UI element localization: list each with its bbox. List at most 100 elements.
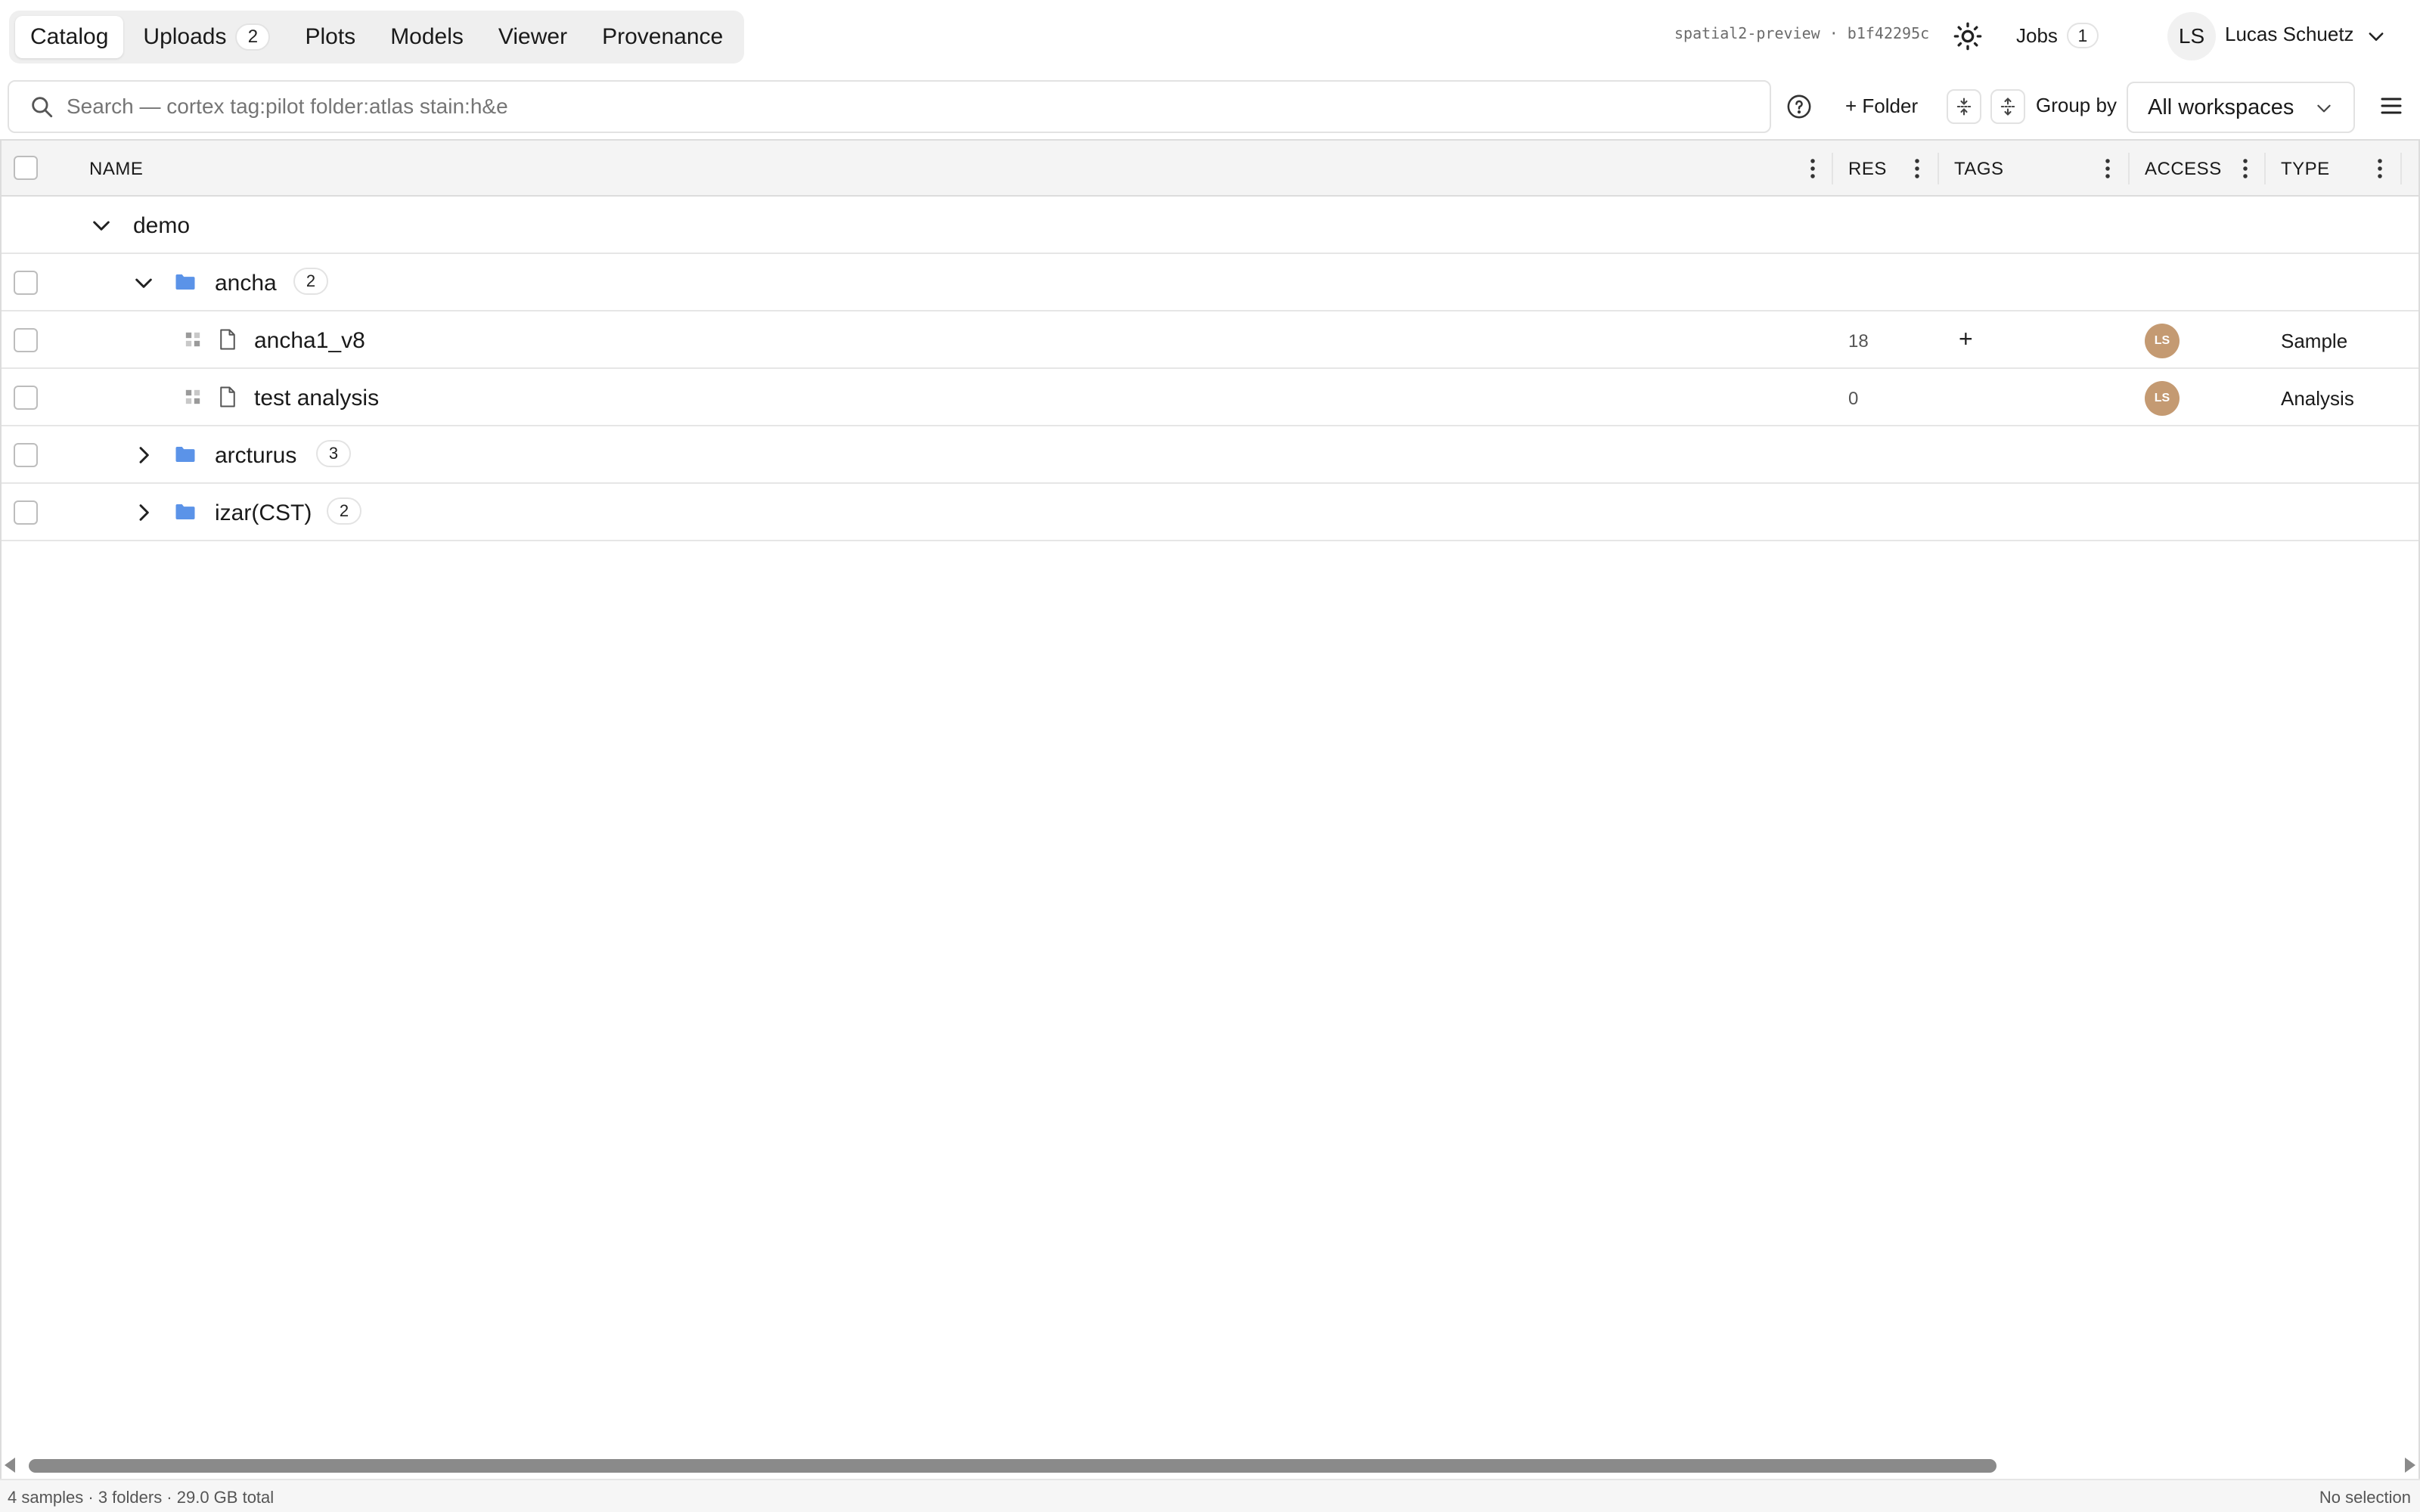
horizontal-scrollbar[interactable]	[0, 1452, 2420, 1479]
folder-icon	[175, 447, 195, 462]
column-resize-handle[interactable]	[1832, 153, 1833, 184]
search-bar	[8, 80, 1771, 133]
scrollbar-thumb[interactable]	[29, 1459, 1996, 1473]
file-icon	[220, 329, 235, 350]
search-input[interactable]	[67, 94, 1730, 119]
folder-count-badge: 3	[316, 440, 351, 467]
expand-all-icon	[1956, 98, 1972, 116]
chevron-down-icon[interactable]	[2366, 26, 2387, 47]
tab-provenance[interactable]: Provenance	[587, 16, 738, 58]
workspace-select[interactable]: All workspaces	[2127, 82, 2355, 133]
type-value: Sample	[2281, 330, 2348, 352]
analysis-name[interactable]: test analysis	[254, 386, 379, 411]
row-checkbox[interactable]	[14, 328, 38, 352]
column-header-access[interactable]: ACCESS	[2145, 159, 2222, 180]
folder-icon	[175, 504, 195, 519]
scroll-right-arrow-icon[interactable]	[2405, 1458, 2415, 1473]
expand-all-button[interactable]	[1947, 89, 1981, 124]
file-icon	[220, 386, 235, 407]
table-header: NAME RES TAGS ACCESS TYPE	[2, 141, 2418, 197]
uploads-count-badge: 2	[235, 23, 271, 51]
status-bar: 4 samples · 3 folders · 29.0 GB total No…	[0, 1479, 2420, 1512]
main-tabs: Catalog Uploads 2 Plots Models Viewer Pro…	[9, 11, 745, 64]
column-resize-handle[interactable]	[2400, 153, 2402, 184]
chevron-right-icon[interactable]	[132, 443, 156, 467]
menu-icon[interactable]	[2378, 92, 2405, 119]
table-row[interactable]: ancha1_v8 18 + LS Sample	[2, 311, 2418, 369]
column-header-tags[interactable]: TAGS	[1954, 159, 2004, 180]
chevron-right-icon[interactable]	[132, 500, 156, 525]
type-value: Analysis	[2281, 387, 2354, 410]
column-header-type[interactable]: TYPE	[2281, 159, 2330, 180]
catalog-table: NAME RES TAGS ACCESS TYPE demo ancha 2 a…	[0, 139, 2420, 1479]
res-value: 0	[1848, 389, 1859, 409]
row-checkbox[interactable]	[14, 500, 38, 525]
folder-name[interactable]: ancha	[215, 271, 277, 296]
row-checkbox[interactable]	[14, 271, 38, 295]
add-tag-button[interactable]: +	[1959, 325, 1973, 353]
jobs-label: Jobs	[2016, 23, 2058, 47]
chevron-down-icon[interactable]	[132, 271, 156, 295]
collapse-all-icon	[2000, 98, 2015, 116]
folder-count-badge: 2	[327, 497, 361, 525]
sample-grid-icon	[185, 389, 200, 404]
table-row[interactable]: arcturus 3	[2, 426, 2418, 484]
tab-catalog[interactable]: Catalog	[15, 16, 124, 58]
user-name[interactable]: Lucas Schuetz	[2225, 23, 2354, 46]
tab-plots[interactable]: Plots	[290, 16, 371, 58]
chevron-down-icon[interactable]	[89, 213, 113, 237]
folder-name[interactable]: arcturus	[215, 443, 296, 469]
search-icon	[32, 97, 53, 118]
add-folder-button[interactable]: + Folder	[1835, 89, 1928, 122]
avatar[interactable]: LS	[2167, 12, 2216, 60]
column-resize-handle[interactable]	[2128, 153, 2130, 184]
table-row[interactable]: ancha 2	[2, 254, 2418, 311]
column-resize-handle[interactable]	[2264, 153, 2266, 184]
column-menu-icon[interactable]	[2242, 157, 2249, 180]
tab-label: Plots	[305, 24, 356, 49]
group-row[interactable]: demo	[2, 197, 2418, 254]
res-value: 18	[1848, 331, 1869, 352]
help-icon[interactable]	[1786, 94, 1812, 119]
scroll-left-arrow-icon[interactable]	[5, 1458, 15, 1473]
tab-label: Uploads	[143, 24, 227, 49]
tab-label: Viewer	[498, 24, 568, 49]
tab-models[interactable]: Models	[375, 16, 479, 58]
row-checkbox[interactable]	[14, 386, 38, 410]
chevron-down-icon	[2317, 104, 2331, 113]
column-menu-icon[interactable]	[1809, 157, 1817, 180]
folder-icon	[175, 274, 195, 290]
sun-icon[interactable]	[1953, 21, 1983, 51]
table-row[interactable]: test analysis 0 LS Analysis	[2, 369, 2418, 426]
workspace-select-value: All workspaces	[2148, 94, 2294, 119]
tab-label: Provenance	[602, 24, 724, 49]
tab-uploads[interactable]: Uploads 2	[128, 16, 285, 58]
column-header-name[interactable]: NAME	[89, 159, 143, 180]
select-all-checkbox[interactable]	[14, 156, 38, 180]
sample-grid-icon	[185, 332, 200, 347]
avatar: LS	[2145, 324, 2180, 358]
row-checkbox[interactable]	[14, 443, 38, 467]
table-row[interactable]: izar(CST) 2	[2, 484, 2418, 541]
jobs-button[interactable]: Jobs 1	[2016, 17, 2099, 54]
avatar: LS	[2145, 381, 2180, 416]
column-header-res[interactable]: RES	[1848, 159, 1887, 180]
tab-label: Models	[390, 24, 464, 49]
collapse-all-button[interactable]	[1990, 89, 2025, 124]
folder-name[interactable]: izar(CST)	[215, 500, 312, 526]
top-navigation: Catalog Uploads 2 Plots Models Viewer Pro…	[0, 0, 2420, 73]
jobs-count-badge: 1	[2066, 23, 2099, 48]
column-menu-icon[interactable]	[2376, 157, 2384, 180]
column-menu-icon[interactable]	[1913, 157, 1921, 180]
tab-label: Catalog	[30, 24, 109, 49]
selection-status: No selection	[2319, 1488, 2411, 1507]
group-by-label: Group by	[2036, 94, 2117, 116]
column-resize-handle[interactable]	[1938, 153, 1939, 184]
folder-count-badge: 2	[293, 268, 328, 295]
tab-viewer[interactable]: Viewer	[483, 16, 582, 58]
build-version: spatial2-preview · b1f42295c	[1674, 24, 1930, 42]
catalog-summary: 4 samples · 3 folders · 29.0 GB total	[8, 1488, 275, 1507]
group-label: demo	[133, 213, 191, 238]
sample-name[interactable]: ancha1_v8	[254, 328, 365, 354]
column-menu-icon[interactable]	[2104, 157, 2111, 180]
